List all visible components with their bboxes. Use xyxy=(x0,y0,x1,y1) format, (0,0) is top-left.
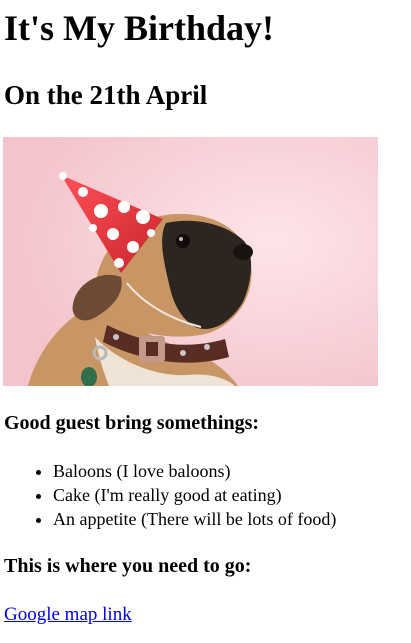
list-item: An appetite (There will be lots of food) xyxy=(53,507,411,531)
location-heading: This is where you need to go: xyxy=(4,555,252,577)
dog-eye xyxy=(176,234,190,248)
dog-nose xyxy=(233,244,253,260)
party-date: On the 21th April xyxy=(4,80,208,110)
list-item: Cake (I'm really good at eating) xyxy=(53,483,411,507)
page-title: It's My Birthday! xyxy=(4,8,274,48)
guest-items-list: Baloons (I love baloons) Cake (I'm reall… xyxy=(0,459,411,531)
birthday-dog-photo xyxy=(3,137,378,386)
dog-illustration xyxy=(3,137,378,386)
page: It's My Birthday! On the 21th April Good… xyxy=(0,0,411,643)
google-map-link[interactable]: Google map link xyxy=(4,602,132,628)
list-item: Baloons (I love baloons) xyxy=(53,459,411,483)
guest-section-heading: Good guest bring somethings: xyxy=(4,412,260,434)
